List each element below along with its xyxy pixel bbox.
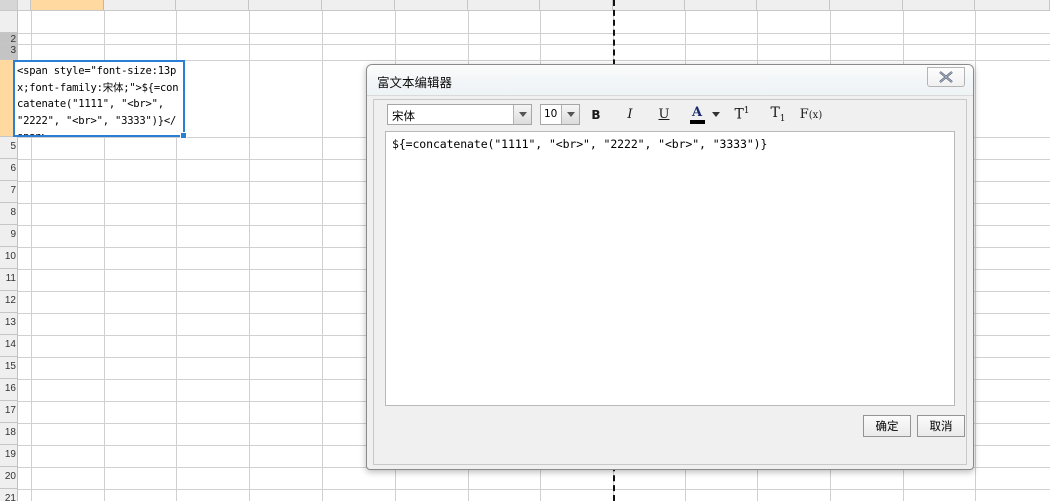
- underline-button[interactable]: U: [654, 103, 674, 126]
- column-header-cell[interactable]: [613, 0, 685, 10]
- editor-toolbar: 宋体 10 B I U A T1 T1 F(x): [374, 100, 966, 132]
- gridline-horizontal: [18, 489, 1050, 490]
- row-header-cell[interactable]: 9: [0, 225, 17, 247]
- font-family-value: 宋体: [392, 109, 415, 123]
- underline-icon: U: [658, 107, 670, 122]
- row-header-cell[interactable]: 15: [0, 357, 17, 379]
- font-size-select[interactable]: 10: [540, 104, 580, 125]
- row-header-cell[interactable]: 6: [0, 159, 17, 181]
- column-header-cell[interactable]: [903, 0, 975, 10]
- row-header-cell[interactable]: 18: [0, 423, 17, 445]
- row-header-cell[interactable]: 19: [0, 445, 17, 467]
- row-header-cell[interactable]: 11: [0, 269, 17, 291]
- bold-icon: B: [591, 107, 601, 122]
- select-all-corner[interactable]: [0, 0, 18, 10]
- gridline-vertical: [249, 11, 250, 501]
- row-header-cell[interactable]: 21: [0, 489, 17, 501]
- font-size-value: 10: [544, 108, 558, 120]
- row-header-cell[interactable]: 10: [0, 247, 17, 269]
- superscript-icon: T1: [734, 106, 750, 123]
- selection-fill-handle[interactable]: [180, 132, 187, 139]
- superscript-button[interactable]: T1: [730, 103, 754, 126]
- subscript-icon: T1: [770, 105, 786, 124]
- font-color-chevron-down-icon[interactable]: [712, 112, 720, 117]
- rich-text-input[interactable]: ${=concatenate("1111", "<br>", "2222", "…: [385, 131, 955, 406]
- dialog-title: 富文本编辑器: [377, 75, 453, 90]
- font-color-swatch: [689, 119, 705, 124]
- column-header-cell[interactable]: [322, 0, 395, 10]
- selected-cell-text: <span style="font-size:13px;font-family:…: [17, 65, 179, 137]
- gridline-horizontal: [18, 33, 1050, 34]
- close-icon[interactable]: [927, 67, 965, 87]
- formula-button[interactable]: F(x): [798, 103, 824, 126]
- row-header-cell[interactable]: [0, 11, 17, 33]
- chevron-down-icon[interactable]: [513, 105, 531, 124]
- row-header-cell[interactable]: 13: [0, 313, 17, 335]
- row-header-cell[interactable]: 8: [0, 203, 17, 225]
- app-root: 2 3 5 6 7 8 9 10 11 12 13 14 15 16 17 18 19 20 21 <span st…: [0, 0, 1050, 501]
- gridline-vertical: [322, 11, 323, 501]
- rich-text-content: ${=concatenate("1111", "<br>", "2222", "…: [392, 137, 768, 151]
- column-header-cell[interactable]: [18, 0, 31, 10]
- row-header-cell[interactable]: 16: [0, 379, 17, 401]
- column-header-cell[interactable]: [975, 0, 1050, 10]
- row-header-cell[interactable]: 17: [0, 401, 17, 423]
- formula-icon: F(x): [799, 107, 823, 122]
- row-header-cell[interactable]: 20: [0, 467, 17, 489]
- font-family-select[interactable]: 宋体: [387, 104, 532, 125]
- column-header-cell[interactable]: [468, 0, 540, 10]
- column-header-cell[interactable]: [830, 0, 903, 10]
- row-header-cell[interactable]: 3: [0, 44, 17, 60]
- ok-button-label: 确定: [875, 419, 899, 433]
- italic-button[interactable]: I: [620, 103, 640, 126]
- row-header-cell[interactable]: 7: [0, 181, 17, 203]
- row-header-cell[interactable]: 12: [0, 291, 17, 313]
- row-header-cell[interactable]: 5: [0, 137, 17, 159]
- row-header-cell[interactable]: 14: [0, 335, 17, 357]
- rich-text-editor-dialog: 富文本编辑器 宋体 10 B I U A T1 T1 F(x) ${=conca…: [366, 64, 974, 470]
- column-header-cell[interactable]: [104, 0, 176, 10]
- row-header-cell[interactable]: 2: [0, 33, 17, 44]
- selected-cell[interactable]: <span style="font-size:13px;font-family:…: [13, 60, 185, 137]
- column-header-cell[interactable]: [176, 0, 249, 10]
- column-header-cell[interactable]: [757, 0, 830, 10]
- italic-icon: I: [627, 107, 633, 122]
- column-header-cell[interactable]: [249, 0, 322, 10]
- ok-button[interactable]: 确定: [863, 415, 911, 437]
- subscript-button[interactable]: T1: [766, 103, 790, 126]
- cancel-button-label: 取消: [929, 419, 953, 433]
- column-header-cell[interactable]: [395, 0, 468, 10]
- gridline-vertical: [975, 11, 976, 501]
- font-color-button[interactable]: A: [686, 103, 708, 126]
- bold-button[interactable]: B: [586, 103, 606, 126]
- gridline-horizontal: [18, 44, 1050, 45]
- dialog-title-bar: 富文本编辑器: [367, 65, 973, 96]
- column-header-cell[interactable]: [540, 0, 613, 10]
- cancel-button[interactable]: 取消: [917, 415, 965, 437]
- font-color-icon: A: [691, 104, 703, 120]
- column-header-row: [0, 0, 1050, 11]
- chevron-down-icon[interactable]: [561, 105, 579, 124]
- column-header-cell[interactable]: [31, 0, 104, 10]
- dialog-body: 宋体 10 B I U A T1 T1 F(x) ${=concatenate(…: [373, 99, 967, 465]
- column-header-cell[interactable]: [685, 0, 757, 10]
